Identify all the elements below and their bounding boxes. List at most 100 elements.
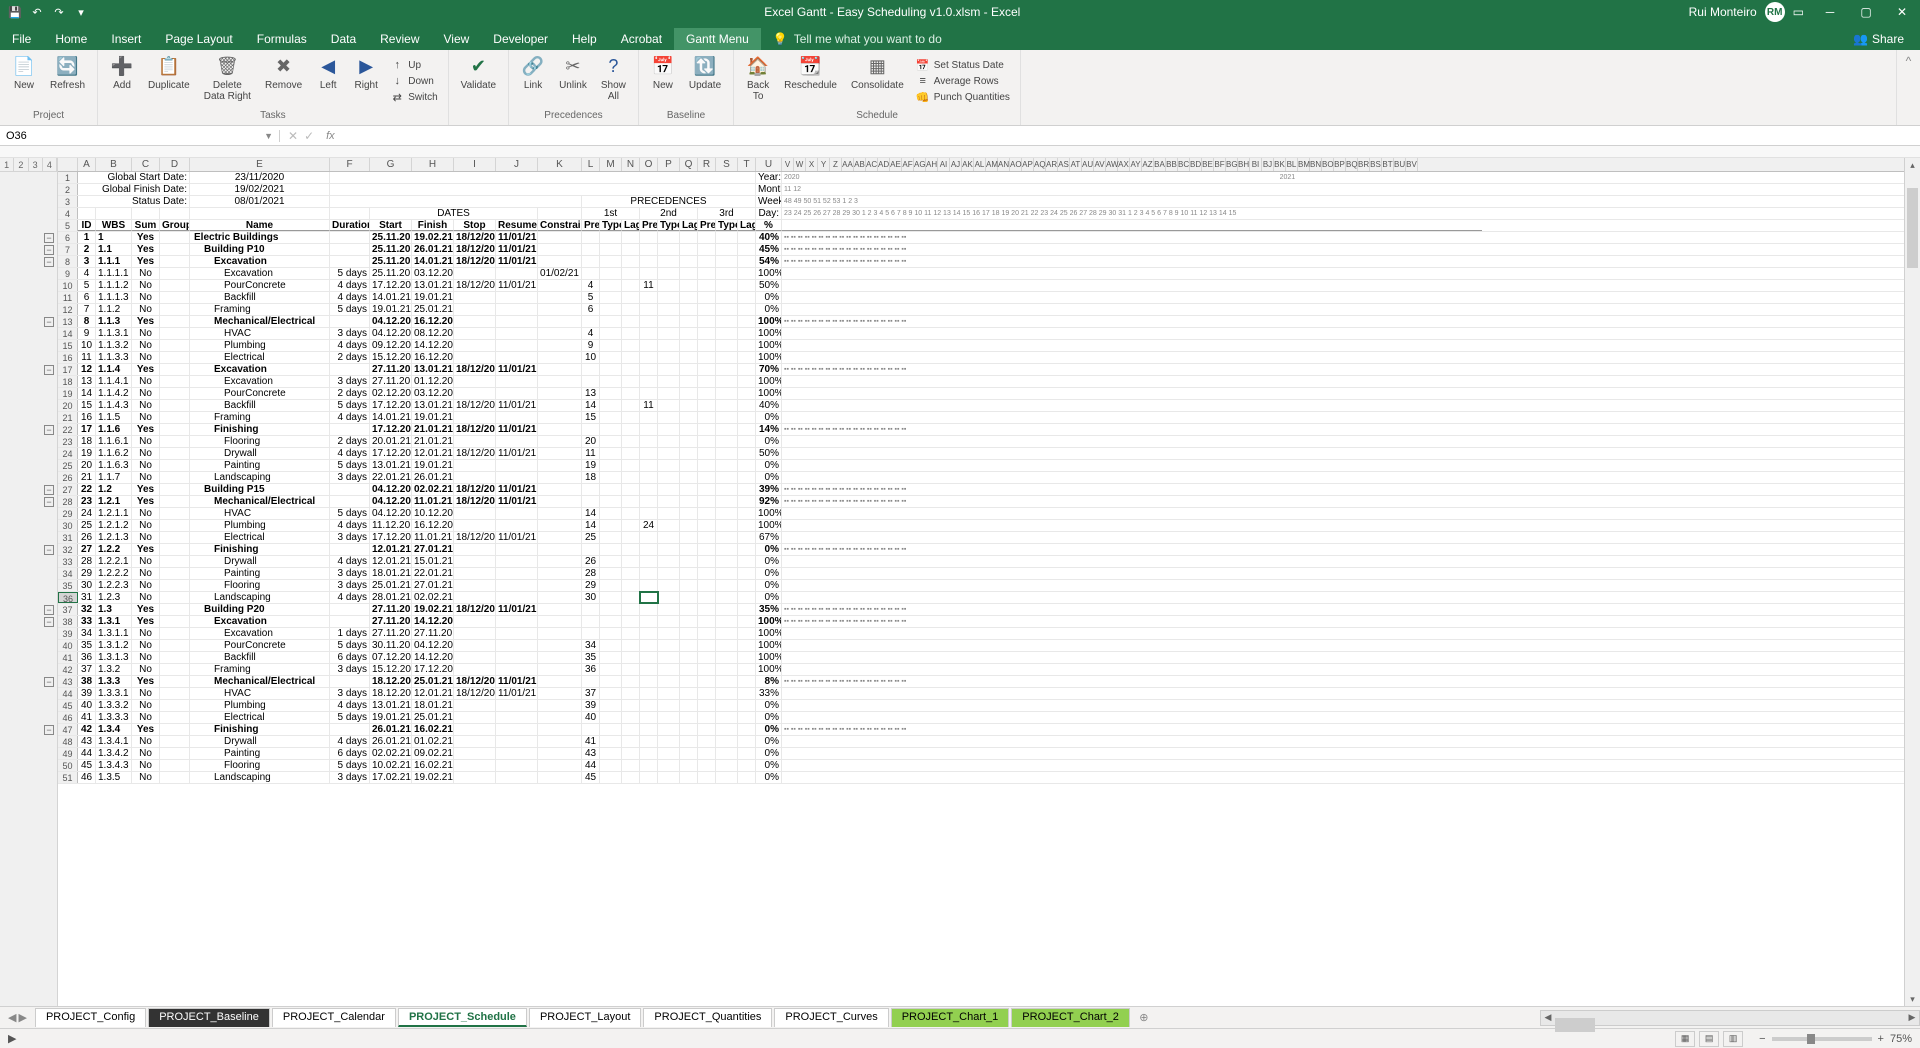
col-header-T[interactable]: T (738, 158, 756, 171)
ribbon-tab-insert[interactable]: Insert (99, 28, 153, 50)
row-header-15[interactable]: 15 (58, 340, 78, 351)
sheet-nav-next-icon[interactable]: ▶ (18, 1011, 26, 1024)
col-header-AA[interactable]: AA (842, 158, 854, 171)
outline-collapse-icon[interactable]: − (44, 617, 54, 627)
row-header-14[interactable]: 14 (58, 328, 78, 339)
row-header-10[interactable]: 10 (58, 280, 78, 291)
row-header-50[interactable]: 50 (58, 760, 78, 771)
row-header-41[interactable]: 41 (58, 652, 78, 663)
col-header-W[interactable]: W (794, 158, 806, 171)
row-header-34[interactable]: 34 (58, 568, 78, 579)
col-header-BF[interactable]: BF (1214, 158, 1226, 171)
sheet-tab-project_chart_1[interactable]: PROJECT_Chart_1 (891, 1008, 1010, 1027)
ribbon-tab-gantt-menu[interactable]: Gantt Menu (674, 28, 761, 50)
outline-collapse-icon[interactable]: − (44, 725, 54, 735)
set-status-date-button[interactable]: 📅Set Status Date (912, 57, 1014, 73)
spreadsheet-grid[interactable]: ABCDEFGHIJKLMNOPQRSTUVWXYZAAABACADAEAFAG… (58, 158, 1920, 1006)
row-header-39[interactable]: 39 (58, 628, 78, 639)
col-header-Z[interactable]: Z (830, 158, 842, 171)
back-to-button[interactable]: 🏠BackTo (740, 52, 776, 110)
col-header-BG[interactable]: BG (1226, 158, 1238, 171)
refresh-button[interactable]: 🔄Refresh (44, 52, 91, 110)
row-header-19[interactable]: 19 (58, 388, 78, 399)
row-header-2[interactable]: 2 (58, 184, 78, 195)
sheet-tab-project_schedule[interactable]: PROJECT_Schedule (398, 1008, 527, 1027)
col-header-AB[interactable]: AB (854, 158, 866, 171)
col-header-BE[interactable]: BE (1202, 158, 1214, 171)
vertical-scrollbar[interactable]: ▴ ▾ (1904, 158, 1920, 1006)
collapse-ribbon-icon[interactable]: ^ (1896, 50, 1920, 125)
row-header-30[interactable]: 30 (58, 520, 78, 531)
minimize-button[interactable]: ─ (1812, 0, 1848, 24)
col-header-E[interactable]: E (190, 158, 330, 171)
show-all-button[interactable]: ?ShowAll (595, 52, 632, 110)
punch-quantities-button[interactable]: 👊Punch Quantities (912, 89, 1014, 105)
col-header-F[interactable]: F (330, 158, 370, 171)
outline-level-1[interactable]: 1 (0, 158, 14, 171)
sheet-tab-project_quantities[interactable]: PROJECT_Quantities (643, 1008, 772, 1027)
outline-level-4[interactable]: 4 (43, 158, 57, 171)
save-icon[interactable]: 💾 (6, 3, 24, 21)
validate-button[interactable]: ✔Validate (455, 52, 502, 121)
col-header-A[interactable]: A (78, 158, 96, 171)
col-header-BU[interactable]: BU (1394, 158, 1406, 171)
col-header-AI[interactable]: AI (938, 158, 950, 171)
row-header-22[interactable]: 22 (58, 424, 78, 435)
col-header-L[interactable]: L (582, 158, 600, 171)
row-header-26[interactable]: 26 (58, 472, 78, 483)
col-header-AC[interactable]: AC (866, 158, 878, 171)
col-header-BM[interactable]: BM (1298, 158, 1310, 171)
outline-collapse-icon[interactable]: − (44, 545, 54, 555)
ribbon-tab-review[interactable]: Review (368, 28, 431, 50)
col-header-Q[interactable]: Q (680, 158, 698, 171)
col-header-BL[interactable]: BL (1286, 158, 1298, 171)
row-header-40[interactable]: 40 (58, 640, 78, 651)
col-header-S[interactable]: S (716, 158, 738, 171)
col-header-BI[interactable]: BI (1250, 158, 1262, 171)
name-box[interactable]: O36 ▼ (0, 130, 280, 142)
average-rows-button[interactable]: ≡Average Rows (912, 73, 1014, 89)
col-header-B[interactable]: B (96, 158, 132, 171)
ribbon-tab-developer[interactable]: Developer (481, 28, 560, 50)
scroll-up-icon[interactable]: ▴ (1905, 158, 1920, 172)
add-button[interactable]: ➕Add (104, 52, 140, 110)
row-header-28[interactable]: 28 (58, 496, 78, 507)
row-header-13[interactable]: 13 (58, 316, 78, 327)
outline-collapse-icon[interactable]: − (44, 485, 54, 495)
row-header-8[interactable]: 8 (58, 256, 78, 267)
ribbon-display-icon[interactable]: ▭ (1793, 5, 1804, 19)
col-header-AE[interactable]: AE (890, 158, 902, 171)
outline-collapse-icon[interactable]: − (44, 365, 54, 375)
maximize-button[interactable]: ▢ (1848, 0, 1884, 24)
share-button[interactable]: Share (1872, 32, 1904, 46)
col-header-AO[interactable]: AO (1010, 158, 1022, 171)
outline-collapse-icon[interactable]: − (44, 233, 54, 243)
outline-collapse-icon[interactable]: − (44, 257, 54, 267)
row-header-31[interactable]: 31 (58, 532, 78, 543)
scroll-down-icon[interactable]: ▾ (1905, 992, 1920, 1006)
cancel-formula-icon[interactable]: ✕ (288, 129, 298, 143)
row-header-6[interactable]: 6 (58, 232, 78, 243)
col-header-AP[interactable]: AP (1022, 158, 1034, 171)
unlink-button[interactable]: ✂Unlink (553, 52, 593, 110)
col-header-M[interactable]: M (600, 158, 622, 171)
row-header-25[interactable]: 25 (58, 460, 78, 471)
col-header-C[interactable]: C (132, 158, 160, 171)
col-header-AV[interactable]: AV (1094, 158, 1106, 171)
add-sheet-button[interactable]: ⊕ (1132, 1011, 1156, 1024)
col-header-O[interactable]: O (640, 158, 658, 171)
left-button[interactable]: ◀Left (310, 52, 346, 110)
col-header-BB[interactable]: BB (1166, 158, 1178, 171)
col-header-I[interactable]: I (454, 158, 496, 171)
col-header-BS[interactable]: BS (1370, 158, 1382, 171)
row-header-9[interactable]: 9 (58, 268, 78, 279)
row-header-21[interactable]: 21 (58, 412, 78, 423)
switch-button[interactable]: ⇄Switch (386, 89, 441, 105)
remove-button[interactable]: ✖Remove (259, 52, 308, 110)
consolidate-button[interactable]: ▦Consolidate (845, 52, 910, 110)
col-header-AL[interactable]: AL (974, 158, 986, 171)
zoom-slider[interactable] (1772, 1037, 1872, 1041)
col-header-BJ[interactable]: BJ (1262, 158, 1274, 171)
outline-collapse-icon[interactable]: − (44, 677, 54, 687)
outline-collapse-icon[interactable]: − (44, 605, 54, 615)
